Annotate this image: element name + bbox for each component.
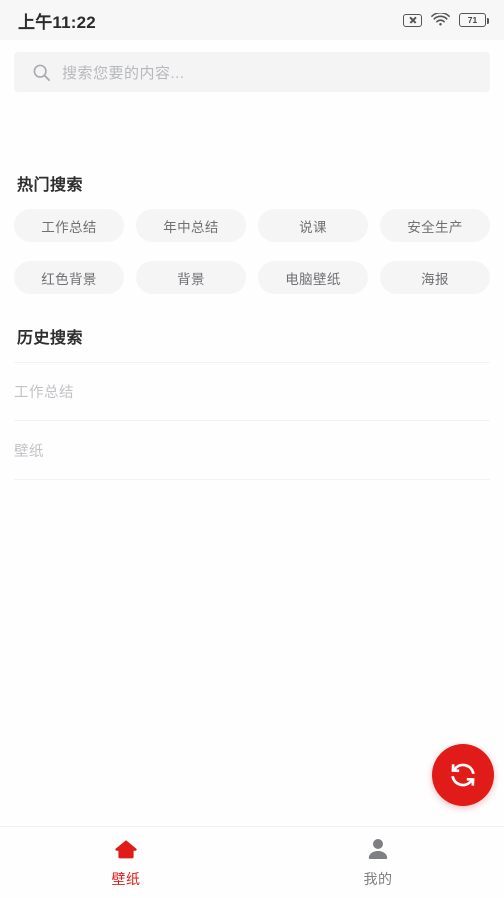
app-screen: 上午11:22 71 搜索您要的内容... 热门搜索 工作总结 年中总结 说课 …	[0, 0, 504, 898]
hot-search-row: 工作总结 年中总结 说课 安全生产	[14, 209, 490, 242]
no-signal-icon	[403, 13, 422, 27]
bottom-navigation: 壁纸 我的	[0, 826, 504, 898]
search-placeholder: 搜索您要的内容...	[62, 64, 185, 82]
tab-label: 壁纸	[111, 871, 141, 887]
hot-search-chip[interactable]: 说课	[258, 209, 368, 242]
wifi-icon	[431, 13, 450, 26]
hot-search-title: 热门搜索	[17, 177, 84, 194]
person-icon	[368, 838, 388, 859]
refresh-fab-button[interactable]	[432, 744, 494, 806]
hot-search-chip[interactable]: 工作总结	[14, 209, 124, 242]
hot-search-chip[interactable]: 安全生产	[380, 209, 490, 242]
hot-search-chip[interactable]: 红色背景	[14, 261, 124, 294]
status-time: 上午11:22	[18, 12, 96, 32]
history-item[interactable]: 工作总结	[14, 362, 490, 421]
tab-mine[interactable]: 我的	[252, 827, 504, 898]
hot-search-chip[interactable]: 电脑壁纸	[258, 261, 368, 294]
tab-wallpaper[interactable]: 壁纸	[0, 827, 252, 898]
search-bar[interactable]: 搜索您要的内容...	[14, 52, 490, 92]
home-icon	[115, 840, 137, 859]
search-input[interactable]: 搜索您要的内容...	[14, 52, 490, 92]
status-icons: 71	[403, 13, 489, 27]
battery-icon: 71	[459, 13, 489, 27]
search-icon	[33, 64, 51, 81]
hot-search-chip[interactable]: 年中总结	[136, 209, 246, 242]
history-item[interactable]: 壁纸	[14, 421, 490, 480]
tab-label: 我的	[363, 871, 393, 887]
hot-search-row: 红色背景 背景 电脑壁纸 海报	[14, 261, 490, 294]
hot-search-chip[interactable]: 海报	[380, 261, 490, 294]
refresh-icon	[451, 763, 475, 787]
history-list: 工作总结 壁纸	[14, 362, 490, 480]
hot-search-chip[interactable]: 背景	[136, 261, 246, 294]
history-search-title: 历史搜索	[17, 330, 84, 347]
battery-level: 71	[467, 14, 478, 25]
status-bar: 上午11:22 71	[0, 0, 504, 40]
